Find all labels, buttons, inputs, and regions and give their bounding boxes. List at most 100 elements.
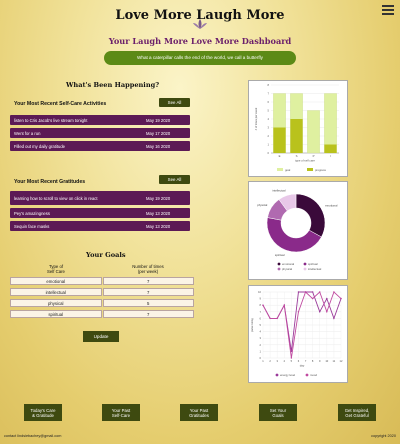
selfcare-item-date: May 17 2020 (146, 130, 171, 136)
y-tick-label: 8 (268, 83, 270, 87)
legend-label: energy level (280, 373, 295, 377)
y-tick-label: 9 (260, 297, 262, 301)
goal-type-cell: intellectual (10, 288, 102, 296)
y-tick-label: 4 (268, 117, 270, 121)
x-tick-label: E (279, 154, 281, 158)
y-tick-label: 5 (268, 109, 270, 113)
y-tick-label: 2 (260, 343, 262, 347)
dashboard-title: Your Laugh More Love More Dashboard (108, 36, 292, 46)
data-point (319, 311, 321, 313)
y-tick-label: 4 (260, 330, 262, 334)
legend-label: goal (285, 168, 291, 172)
y-tick-label: 6 (268, 100, 270, 104)
x-tick-label: 11 (333, 359, 336, 363)
legend-label: physical (282, 267, 292, 271)
table-row: emotional 7 (10, 277, 194, 285)
legend-label: mood (310, 373, 317, 377)
selfcare-item: Went for a run May 17 2020 (10, 128, 190, 138)
nav-past-selfcare-button[interactable]: Your Past Self-Care (102, 404, 140, 421)
table-row: intellectual 7 (10, 288, 194, 296)
bar-progress (290, 119, 303, 153)
pie-chart-panel: emotional spiritual physical intellectual em… (248, 181, 348, 280)
slice-label: spiritual (275, 253, 285, 257)
goal-count-input[interactable]: 5 (102, 299, 194, 307)
selfcare-item-text: Went for a run (14, 130, 41, 136)
hamburger-menu-icon[interactable] (382, 5, 394, 15)
legend-swatch (277, 267, 281, 271)
x-axis-label: type of self care (295, 159, 315, 163)
y-tick-label: 5 (260, 323, 262, 327)
selfcare-item: listen to Cris Jacob's live stream tonig… (10, 115, 190, 125)
data-point (326, 297, 328, 300)
table-row: physical 5 (10, 299, 194, 307)
bar-chart: 0 1 2 3 4 5 6 7 8 E S P Itype of self care # of times… (254, 83, 339, 172)
line-chart: 0123456789101 2 3 4 5 6 7 8 9 10 11 12daypulse rati… (250, 290, 343, 377)
footer-copyright: copyright 2020 (371, 434, 396, 438)
nav-past-gratitudes-button[interactable]: Your Past Gratitudes (180, 404, 218, 421)
data-point (262, 304, 264, 306)
data-point (326, 311, 328, 313)
bar-goal (307, 110, 320, 154)
legend-swatch (305, 373, 309, 377)
nav-todays-care-button[interactable]: Today's Care & Gratitude (24, 404, 62, 421)
x-tick-label: 5 (291, 359, 293, 363)
goals-table-header: Type of Self Care Number of times (per w… (10, 264, 194, 274)
line-chart-panel: 0 1 2 3 4 5 6 7 8 9 10 1 2 3 4 5 6 7 8 9 10 11 12 day pulse rati… (248, 285, 348, 383)
y-axis-label: pulse rating (250, 318, 254, 332)
y-tick-label: 6 (260, 316, 262, 320)
legend-label: emotional (282, 262, 295, 266)
goals-col-count: Number of times (per week) (132, 264, 164, 274)
y-tick-label: 0 (260, 356, 262, 360)
data-point (269, 317, 271, 320)
goal-type-cell: spiritual (10, 310, 102, 318)
y-tick-label: 10 (258, 290, 261, 294)
selfcare-see-all-button[interactable]: See All (159, 98, 190, 107)
x-tick-label: I (330, 154, 331, 158)
data-point (333, 291, 335, 293)
data-point (311, 297, 314, 300)
data-point (333, 317, 335, 320)
goals-table: Type of Self Care Number of times (per w… (10, 264, 194, 318)
goal-count-input[interactable]: 7 (102, 288, 194, 296)
happening-heading: What's Been Happening? (66, 81, 160, 89)
x-axis-label: day (300, 364, 305, 368)
y-tick-label: 1 (260, 349, 262, 353)
nav-set-goals-button[interactable]: Set Your Goals (259, 404, 297, 421)
gratitude-item: learning how to scroll to view on click … (10, 191, 190, 205)
bar-goal (324, 93, 337, 154)
goals-heading: Your Goals (86, 251, 126, 259)
gratitude-item-date: May 19 2020 (146, 195, 171, 201)
nav-get-inspired-button[interactable]: Get Inspired, Get Grateful (338, 404, 376, 421)
selfcare-item-date: May 19 2020 (146, 117, 171, 123)
x-tick-label: 9 (319, 359, 321, 363)
update-button[interactable]: Update (83, 331, 119, 342)
x-tick-label: S (296, 154, 298, 158)
slice-label: intellectual (272, 189, 286, 193)
y-tick-label: 8 (260, 303, 262, 307)
x-tick-label: 8 (312, 359, 314, 363)
goal-type-cell: physical (10, 299, 102, 307)
gratitude-item-text: Sequin face masks (14, 223, 50, 229)
gratitude-item-text: learning how to scroll to view on click … (14, 195, 98, 201)
goal-count-input[interactable]: 7 (102, 277, 194, 285)
gratitudes-see-all-button[interactable]: See All (159, 175, 190, 184)
x-tick-label: 1 (262, 359, 264, 363)
data-point (297, 291, 300, 293)
quote-banner: What a caterpillar calls the end of the … (104, 51, 296, 65)
legend-swatch (307, 168, 313, 171)
data-point (297, 311, 300, 313)
gratitudes-heading: Your Most Recent Gratitudes (14, 179, 86, 185)
data-point (311, 291, 314, 293)
goal-count-input[interactable]: 7 (102, 310, 194, 318)
data-point (340, 297, 342, 300)
y-tick-label: 1 (268, 143, 270, 147)
gratitude-item-date: May 13 2020 (146, 210, 171, 216)
gratitude-item: Sequin face masks May 13 2020 (10, 221, 190, 231)
legend-swatch (277, 168, 283, 171)
x-tick-label: 3 (276, 359, 278, 363)
y-tick-label: 3 (268, 126, 270, 130)
bar-progress (273, 127, 286, 153)
selfcare-item: Filled out my daily gratitude May 16 202… (10, 141, 190, 151)
x-tick-label: 10 (325, 359, 328, 363)
y-axis-label: # of times per week (254, 107, 258, 130)
